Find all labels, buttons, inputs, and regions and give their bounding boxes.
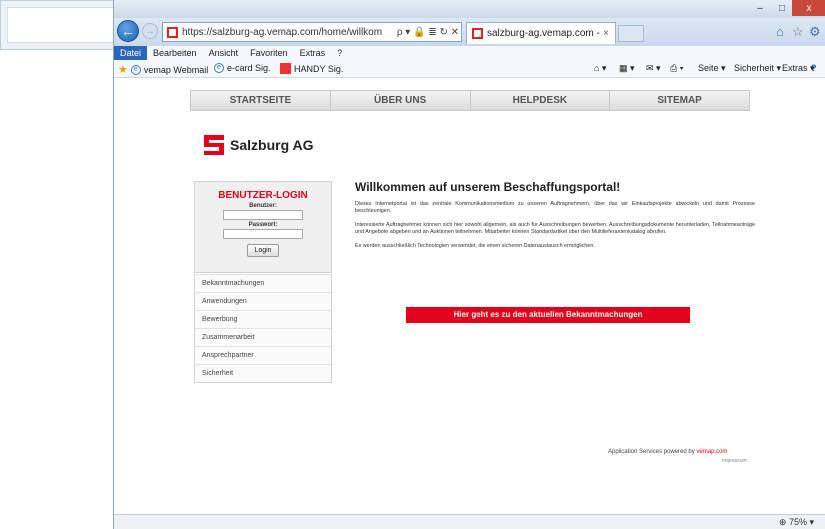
tab-title: salzburg-ag.vemap.com - S... — [487, 28, 603, 39]
password-input[interactable] — [223, 229, 303, 239]
browser-window: – □ x ← → https://salzburg-ag.vemap.com/… — [113, 0, 825, 529]
vemap-link[interactable]: vemap.com — [696, 449, 727, 455]
side-menu-anwendungen[interactable]: Anwendungen — [195, 292, 331, 310]
menu-favoriten[interactable]: Favoriten — [244, 46, 294, 60]
side-menu-bewerbung[interactable]: Bewerbung — [195, 310, 331, 328]
impressum-link[interactable]: Impressum — [722, 458, 747, 464]
new-tab-button[interactable] — [618, 25, 644, 42]
menu-extras[interactable]: Extras — [294, 46, 332, 60]
logo-text: Salzburg AG — [230, 137, 314, 153]
tab-favicon-icon — [472, 28, 483, 39]
handy-signature-icon — [280, 63, 291, 74]
favorites-bar: ★ e vemap Webmail e e-card Sig. HANDY Si… — [114, 60, 825, 78]
welcome-content: Willkommen auf unserem Beschaffungsporta… — [355, 180, 755, 250]
powered-by-text: Application Services powered by — [608, 449, 695, 455]
menu-bar: Datei Bearbeiten Ansicht Favoriten Extra… — [114, 46, 825, 60]
login-box: BENUTZER-LOGIN Benutzer: Passwort: Login — [194, 181, 332, 273]
login-button[interactable]: Login — [247, 244, 279, 257]
page-menu[interactable]: Seite ▾ — [698, 63, 726, 74]
favorites-item-ecard[interactable]: e e-card Sig. — [214, 63, 271, 73]
feeds-icon[interactable]: ▦ ▾ — [619, 63, 635, 74]
nav-helpdesk[interactable]: HELPDESK — [471, 91, 611, 110]
address-controls[interactable]: ρ ▾ 🔒 ≣ ↻ ✕ — [395, 27, 461, 38]
favorites-item-handy[interactable]: HANDY Sig. — [280, 63, 343, 74]
settings-gear-icon[interactable]: ⚙ — [809, 24, 821, 40]
address-url[interactable]: https://salzburg-ag.vemap.com/home/willk… — [182, 27, 395, 38]
favorites-item-webmail[interactable]: ★ e vemap Webmail — [118, 63, 208, 76]
current-announcements-button[interactable]: Hier geht es zu den aktuellen Bekanntmac… — [406, 307, 690, 323]
site-top-nav: STARTSEITE ÜBER UNS HELPDESK SITEMAP — [190, 90, 750, 111]
powered-by: Application Services powered by vemap.co… — [608, 449, 727, 455]
site-favicon-icon — [167, 26, 178, 38]
favorites-star-icon[interactable]: ☆ — [792, 24, 804, 40]
security-menu[interactable]: Sicherheit ▾ — [734, 63, 781, 74]
side-menu-bekanntmachungen[interactable]: Bekanntmachungen — [195, 274, 331, 292]
contractors-paragraph: Interessierte Auftragnehmer können sich … — [355, 222, 755, 235]
help-icon[interactable]: ? — [811, 63, 817, 73]
username-input[interactable] — [223, 210, 303, 220]
close-window-button[interactable]: x — [792, 0, 825, 16]
favorites-label: e-card Sig. — [227, 63, 271, 73]
security-paragraph: Es werden ausschließlich Technologien ve… — [355, 243, 595, 249]
favorites-label: HANDY Sig. — [294, 63, 344, 74]
minimize-button[interactable]: – — [748, 0, 772, 16]
favorites-star-icon: ★ — [118, 64, 128, 76]
browser-tab[interactable]: salzburg-ag.vemap.com - S... × — [466, 22, 616, 44]
mail-icon[interactable]: ✉ ▾ — [646, 63, 661, 74]
home-dropdown-icon[interactable]: ⌂ ▾ — [594, 63, 606, 74]
password-label: Passwort: — [248, 222, 278, 228]
zoom-level[interactable]: ⊕ 75% ▾ — [779, 517, 814, 528]
side-menu-zusammenarbeit[interactable]: Zusammenarbeit — [195, 328, 331, 346]
username-label: Benutzer: — [249, 203, 277, 209]
menu-help[interactable]: ? — [331, 46, 348, 60]
back-button[interactable]: ← — [117, 20, 139, 42]
nav-startseite[interactable]: STARTSEITE — [191, 91, 331, 110]
menu-ansicht[interactable]: Ansicht — [203, 46, 245, 60]
extras-menu[interactable]: Extras ▾ — [782, 63, 815, 74]
side-menu: Bekanntmachungen Anwendungen Bewerbung Z… — [194, 274, 332, 383]
zoom-value: 75% — [788, 517, 807, 527]
login-title: BENUTZER-LOGIN — [218, 190, 308, 201]
print-icon[interactable]: ⎙ ▾ — [670, 63, 683, 74]
zoom-icon: ⊕ — [778, 517, 787, 527]
forward-button[interactable]: → — [142, 23, 158, 39]
address-bar[interactable]: https://salzburg-ag.vemap.com/home/willk… — [162, 22, 462, 42]
maximize-button[interactable]: □ — [772, 0, 792, 16]
salzburg-ag-logo[interactable]: Salzburg AG — [204, 135, 314, 155]
menu-datei[interactable]: Datei — [114, 46, 148, 60]
favorites-label: vemap Webmail — [143, 64, 209, 75]
ie-page-icon: e — [214, 63, 224, 73]
chevron-down-icon: ▾ — [809, 517, 814, 527]
menu-bearbeiten[interactable]: Bearbeiten — [147, 46, 203, 60]
ie-page-icon: e — [130, 64, 141, 75]
tab-close-icon[interactable]: × — [603, 28, 615, 39]
side-menu-ansprechpartner[interactable]: Ansprechpartner — [195, 346, 331, 364]
side-menu-sicherheit[interactable]: Sicherheit — [195, 364, 331, 382]
nav-sitemap[interactable]: SITEMAP — [610, 91, 749, 110]
salzburg-ag-logo-icon — [204, 135, 224, 155]
navigation-bar: ← → https://salzburg-ag.vemap.com/home/w… — [114, 18, 825, 46]
nav-ueber-uns[interactable]: ÜBER UNS — [331, 91, 471, 110]
intro-paragraph: Dieses Internetportal ist das zentrale K… — [355, 201, 755, 214]
title-bar: – □ x — [114, 0, 825, 18]
status-bar: ⊕ 75% ▾ — [114, 514, 825, 529]
home-icon[interactable]: ⌂ — [776, 24, 784, 39]
welcome-heading: Willkommen auf unserem Beschaffungsporta… — [355, 180, 621, 194]
